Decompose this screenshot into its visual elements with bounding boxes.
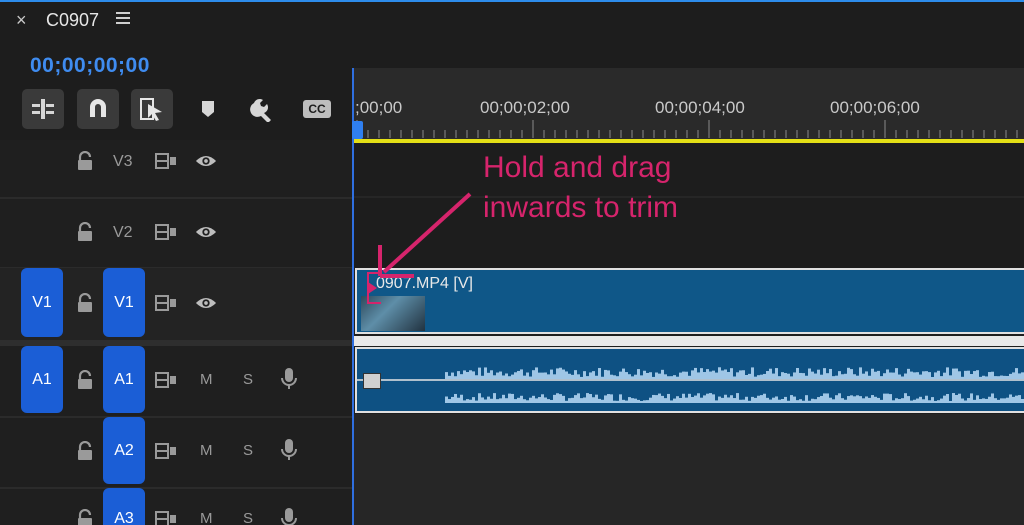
mute-track-button[interactable]: M — [200, 371, 213, 388]
linked-selection-button[interactable] — [131, 89, 173, 129]
track-header-v1: V1 V1 — [0, 268, 352, 340]
time-ruler[interactable]: ;00;00 00;00;02;00 00;00;04;00 00;00;06;… — [353, 68, 1024, 140]
track-header-a3: A3 M S — [0, 488, 352, 525]
track-header-v3: V3 — [0, 140, 352, 197]
track-target-a1[interactable]: A1 — [103, 346, 145, 413]
ruler-label: ;00;00 — [355, 98, 403, 117]
close-tab-icon[interactable]: × — [16, 10, 27, 31]
voice-over-record-microphone-icon[interactable] — [278, 439, 300, 461]
voice-over-record-microphone-icon[interactable] — [278, 368, 300, 390]
lock-open-icon[interactable] — [74, 150, 96, 172]
track-header-a2: A2 M S — [0, 417, 352, 487]
keyframe-icon[interactable] — [363, 373, 381, 389]
annotation-arrow — [378, 192, 472, 278]
source-patch-a1[interactable]: A1 — [21, 346, 63, 413]
tutorial-annotation: Hold and drag inwards to trim — [483, 148, 678, 228]
lock-open-icon[interactable] — [74, 508, 96, 525]
track-label-v3[interactable]: V3 — [113, 153, 133, 171]
toggle-track-output-eye-icon[interactable] — [195, 150, 217, 172]
track-label-v2[interactable]: V2 — [113, 224, 133, 242]
add-marker-button[interactable] — [190, 89, 226, 129]
sequence-tab-bar — [0, 0, 1024, 44]
settings-wrench-icon — [250, 98, 271, 122]
voice-over-record-microphone-icon[interactable] — [278, 508, 300, 525]
timeline-settings-button[interactable] — [245, 89, 281, 129]
track-header-a1: A1 A1 M S — [0, 346, 352, 416]
lock-open-icon[interactable] — [74, 292, 96, 314]
track-target-a2[interactable]: A2 — [103, 417, 145, 484]
add-marker-icon — [202, 101, 214, 117]
sync-lock-icon[interactable] — [155, 440, 177, 462]
annotation-line-2: inwards to trim — [483, 191, 679, 224]
insert-nest-icon — [32, 99, 54, 119]
ruler-label: 00;00;06;00 — [830, 98, 920, 117]
lock-open-icon[interactable] — [74, 440, 96, 462]
captions-cc-icon: CC — [303, 100, 331, 118]
source-patch-v1[interactable]: V1 — [21, 268, 63, 337]
insert-nest-button[interactable] — [22, 89, 64, 129]
solo-track-button[interactable]: S — [243, 510, 253, 525]
lane-a2-a3[interactable] — [354, 414, 1024, 525]
sync-lock-icon[interactable] — [155, 150, 177, 172]
sequence-name-tab[interactable]: C0907 — [46, 10, 99, 31]
mute-track-button[interactable]: M — [200, 442, 213, 459]
mute-track-button[interactable]: M — [200, 510, 213, 525]
toggle-track-output-eye-icon[interactable] — [195, 221, 217, 243]
audio-waveform — [357, 367, 1024, 403]
sync-lock-icon[interactable] — [155, 221, 177, 243]
lock-open-icon[interactable] — [74, 221, 96, 243]
lane-v3[interactable] — [354, 143, 1024, 196]
captions-cc-label: CC — [308, 102, 326, 116]
lock-open-icon[interactable] — [74, 369, 96, 391]
sync-lock-icon[interactable] — [155, 508, 177, 525]
hamburger-menu-icon[interactable] — [116, 12, 130, 24]
linked-selection-icon — [140, 98, 162, 121]
sync-lock-icon[interactable] — [155, 369, 177, 391]
playhead-handle[interactable] — [352, 121, 363, 139]
solo-track-button[interactable]: S — [243, 442, 253, 459]
track-header-v2: V2 — [0, 199, 352, 267]
ruler-label: 00;00;02;00 — [480, 98, 570, 117]
solo-track-button[interactable]: S — [243, 371, 253, 388]
snap-magnet-icon — [90, 99, 106, 117]
track-separator — [354, 336, 1024, 346]
snap-button[interactable] — [77, 89, 119, 129]
toggle-track-output-eye-icon[interactable] — [195, 292, 217, 314]
playhead-timecode[interactable]: 00;00;00;00 — [30, 54, 150, 78]
annotation-line-1: Hold and drag — [483, 151, 672, 184]
sync-lock-icon[interactable] — [155, 292, 177, 314]
audio-clip[interactable] — [355, 347, 1024, 413]
track-target-a3[interactable]: A3 — [103, 488, 145, 525]
ruler-label: 00;00;04;00 — [655, 98, 745, 117]
track-headers-panel: V3 V2 V1 V1 A1 A1 M S A2 M S A3 M S — [0, 140, 352, 525]
captions-button[interactable]: CC — [299, 89, 335, 129]
track-target-v1[interactable]: V1 — [103, 268, 145, 337]
